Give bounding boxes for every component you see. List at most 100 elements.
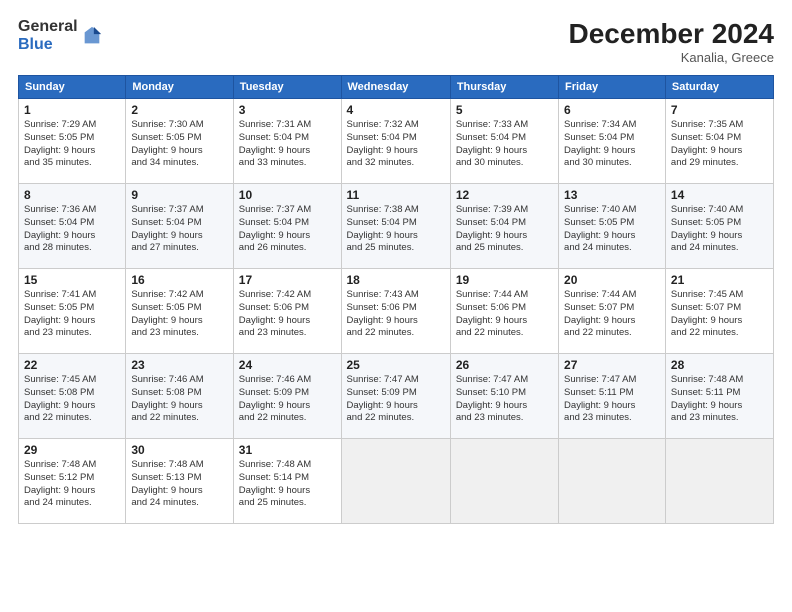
day-number: 11 xyxy=(347,188,445,202)
day-cell: 5 Sunrise: 7:33 AM Sunset: 5:04 PM Daylig… xyxy=(450,99,558,184)
day-cell: 1 Sunrise: 7:29 AM Sunset: 5:05 PM Daylig… xyxy=(19,99,126,184)
day-cell: 26Sunrise: 7:47 AM Sunset: 5:10 PM Dayli… xyxy=(450,354,558,439)
week-row-4: 29Sunrise: 7:48 AM Sunset: 5:12 PM Dayli… xyxy=(19,439,774,524)
day-number: 2 xyxy=(131,103,227,117)
logo-icon xyxy=(81,25,103,47)
day-header-tuesday: Tuesday xyxy=(233,76,341,99)
day-cell xyxy=(450,439,558,524)
day-number: 31 xyxy=(239,443,336,457)
day-header-sunday: Sunday xyxy=(19,76,126,99)
header: General Blue December 2024 Kanalia, Gree… xyxy=(18,18,774,65)
day-cell: 10Sunrise: 7:37 AM Sunset: 5:04 PM Dayli… xyxy=(233,184,341,269)
month-title: December 2024 xyxy=(569,18,774,50)
day-cell: 2 Sunrise: 7:30 AM Sunset: 5:05 PM Daylig… xyxy=(126,99,233,184)
day-cell: 9 Sunrise: 7:37 AM Sunset: 5:04 PM Daylig… xyxy=(126,184,233,269)
day-info: Sunrise: 7:43 AM Sunset: 5:06 PM Dayligh… xyxy=(347,289,445,340)
logo: General Blue xyxy=(18,18,103,53)
day-cell: 18 Sunrise: 7:43 AM Sunset: 5:06 PM Dayli… xyxy=(341,269,450,354)
day-cell: 29Sunrise: 7:48 AM Sunset: 5:12 PM Dayli… xyxy=(19,439,126,524)
day-info: Sunrise: 7:39 AM Sunset: 5:04 PM Dayligh… xyxy=(456,204,553,255)
day-number: 6 xyxy=(564,103,660,117)
day-info: Sunrise: 7:46 AM Sunset: 5:08 PM Dayligh… xyxy=(131,374,227,425)
day-info: Sunrise: 7:46 AM Sunset: 5:09 PM Dayligh… xyxy=(239,374,336,425)
day-header-monday: Monday xyxy=(126,76,233,99)
day-number: 21 xyxy=(671,273,768,287)
day-number: 7 xyxy=(671,103,768,117)
day-cell: 15 Sunrise: 7:41 AM Sunset: 5:05 PM Dayli… xyxy=(19,269,126,354)
day-info: Sunrise: 7:47 AM Sunset: 5:10 PM Dayligh… xyxy=(456,374,553,425)
calendar-table: SundayMondayTuesdayWednesdayThursdayFrid… xyxy=(18,75,774,524)
day-info: Sunrise: 7:44 AM Sunset: 5:06 PM Dayligh… xyxy=(456,289,553,340)
day-cell: 28 Sunrise: 7:48 AM Sunset: 5:11 PM Dayli… xyxy=(665,354,773,439)
day-info: Sunrise: 7:30 AM Sunset: 5:05 PM Dayligh… xyxy=(131,119,227,170)
day-cell: 23 Sunrise: 7:46 AM Sunset: 5:08 PM Dayli… xyxy=(126,354,233,439)
week-row-3: 22Sunrise: 7:45 AM Sunset: 5:08 PM Dayli… xyxy=(19,354,774,439)
day-number: 30 xyxy=(131,443,227,457)
day-info: Sunrise: 7:44 AM Sunset: 5:07 PM Dayligh… xyxy=(564,289,660,340)
week-row-1: 8Sunrise: 7:36 AM Sunset: 5:04 PM Daylig… xyxy=(19,184,774,269)
day-number: 5 xyxy=(456,103,553,117)
day-number: 1 xyxy=(24,103,120,117)
day-cell: 11 Sunrise: 7:38 AM Sunset: 5:04 PM Dayli… xyxy=(341,184,450,269)
day-number: 9 xyxy=(131,188,227,202)
day-cell: 22Sunrise: 7:45 AM Sunset: 5:08 PM Dayli… xyxy=(19,354,126,439)
day-info: Sunrise: 7:48 AM Sunset: 5:12 PM Dayligh… xyxy=(24,459,120,510)
header-row: SundayMondayTuesdayWednesdayThursdayFrid… xyxy=(19,76,774,99)
day-info: Sunrise: 7:35 AM Sunset: 5:04 PM Dayligh… xyxy=(671,119,768,170)
day-number: 3 xyxy=(239,103,336,117)
day-info: Sunrise: 7:32 AM Sunset: 5:04 PM Dayligh… xyxy=(347,119,445,170)
day-info: Sunrise: 7:47 AM Sunset: 5:09 PM Dayligh… xyxy=(347,374,445,425)
day-info: Sunrise: 7:37 AM Sunset: 5:04 PM Dayligh… xyxy=(131,204,227,255)
day-cell: 19 Sunrise: 7:44 AM Sunset: 5:06 PM Dayli… xyxy=(450,269,558,354)
day-cell: 3 Sunrise: 7:31 AM Sunset: 5:04 PM Daylig… xyxy=(233,99,341,184)
day-number: 28 xyxy=(671,358,768,372)
day-cell: 21 Sunrise: 7:45 AM Sunset: 5:07 PM Dayli… xyxy=(665,269,773,354)
day-info: Sunrise: 7:45 AM Sunset: 5:08 PM Dayligh… xyxy=(24,374,120,425)
day-cell xyxy=(559,439,666,524)
day-info: Sunrise: 7:48 AM Sunset: 5:11 PM Dayligh… xyxy=(671,374,768,425)
day-cell: 14Sunrise: 7:40 AM Sunset: 5:05 PM Dayli… xyxy=(665,184,773,269)
day-header-wednesday: Wednesday xyxy=(341,76,450,99)
day-info: Sunrise: 7:29 AM Sunset: 5:05 PM Dayligh… xyxy=(24,119,120,170)
day-number: 19 xyxy=(456,273,553,287)
day-cell: 16Sunrise: 7:42 AM Sunset: 5:05 PM Dayli… xyxy=(126,269,233,354)
day-info: Sunrise: 7:33 AM Sunset: 5:04 PM Dayligh… xyxy=(456,119,553,170)
day-cell: 31 Sunrise: 7:48 AM Sunset: 5:14 PM Dayli… xyxy=(233,439,341,524)
day-cell: 13Sunrise: 7:40 AM Sunset: 5:05 PM Dayli… xyxy=(559,184,666,269)
day-number: 15 xyxy=(24,273,120,287)
day-cell: 30Sunrise: 7:48 AM Sunset: 5:13 PM Dayli… xyxy=(126,439,233,524)
location: Kanalia, Greece xyxy=(569,50,774,65)
day-cell xyxy=(665,439,773,524)
day-info: Sunrise: 7:41 AM Sunset: 5:05 PM Dayligh… xyxy=(24,289,120,340)
day-number: 24 xyxy=(239,358,336,372)
day-number: 23 xyxy=(131,358,227,372)
day-number: 18 xyxy=(347,273,445,287)
day-number: 20 xyxy=(564,273,660,287)
day-info: Sunrise: 7:38 AM Sunset: 5:04 PM Dayligh… xyxy=(347,204,445,255)
day-header-friday: Friday xyxy=(559,76,666,99)
day-info: Sunrise: 7:47 AM Sunset: 5:11 PM Dayligh… xyxy=(564,374,660,425)
day-cell: 6 Sunrise: 7:34 AM Sunset: 5:04 PM Daylig… xyxy=(559,99,666,184)
day-number: 25 xyxy=(347,358,445,372)
logo-blue: Blue xyxy=(18,36,78,54)
day-header-thursday: Thursday xyxy=(450,76,558,99)
day-cell: 20 Sunrise: 7:44 AM Sunset: 5:07 PM Dayli… xyxy=(559,269,666,354)
day-number: 16 xyxy=(131,273,227,287)
day-number: 4 xyxy=(347,103,445,117)
day-info: Sunrise: 7:37 AM Sunset: 5:04 PM Dayligh… xyxy=(239,204,336,255)
day-info: Sunrise: 7:40 AM Sunset: 5:05 PM Dayligh… xyxy=(671,204,768,255)
day-info: Sunrise: 7:45 AM Sunset: 5:07 PM Dayligh… xyxy=(671,289,768,340)
day-number: 17 xyxy=(239,273,336,287)
week-row-0: 1 Sunrise: 7:29 AM Sunset: 5:05 PM Daylig… xyxy=(19,99,774,184)
day-info: Sunrise: 7:31 AM Sunset: 5:04 PM Dayligh… xyxy=(239,119,336,170)
logo-general: General xyxy=(18,18,78,36)
day-cell: 8Sunrise: 7:36 AM Sunset: 5:04 PM Daylig… xyxy=(19,184,126,269)
week-row-2: 15 Sunrise: 7:41 AM Sunset: 5:05 PM Dayli… xyxy=(19,269,774,354)
day-cell: 17Sunrise: 7:42 AM Sunset: 5:06 PM Dayli… xyxy=(233,269,341,354)
logo-text: General Blue xyxy=(18,18,78,53)
day-number: 12 xyxy=(456,188,553,202)
day-info: Sunrise: 7:34 AM Sunset: 5:04 PM Dayligh… xyxy=(564,119,660,170)
day-cell xyxy=(341,439,450,524)
day-info: Sunrise: 7:48 AM Sunset: 5:14 PM Dayligh… xyxy=(239,459,336,510)
day-number: 8 xyxy=(24,188,120,202)
